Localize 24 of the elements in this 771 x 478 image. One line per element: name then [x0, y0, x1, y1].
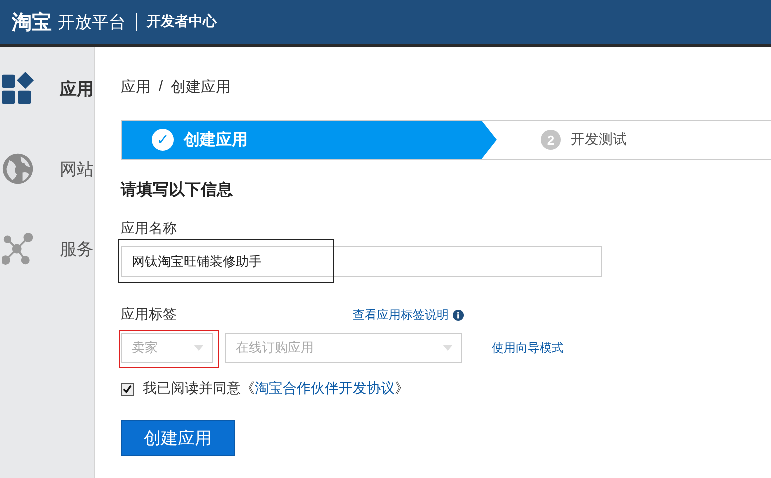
field-label: 应用标签 — [121, 306, 178, 324]
network-icon — [2, 232, 36, 266]
agreement-link[interactable]: 淘宝合作伙伴开发协议 — [255, 380, 395, 396]
info-icon — [453, 310, 464, 320]
tag-help-link[interactable]: 查看应用标签说明 — [353, 306, 449, 324]
sidebar-item[interactable]: 网站 — [0, 151, 94, 187]
caret-icon — [443, 345, 453, 351]
agreement-text: 我已阅读并同意《淘宝合作伙伴开发协议》 — [143, 380, 409, 398]
section-title[interactable]: 开发者中心 — [147, 13, 217, 31]
breadcrumb-text: 创建应用 — [171, 78, 232, 97]
create-app-button[interactable]: 创建应用 — [121, 420, 235, 456]
app-name-field[interactable]: 网钛淘宝旺铺装修助手 — [121, 246, 602, 277]
breadcrumb-text: / — [159, 78, 164, 97]
brand-title: 开放平台 — [58, 12, 126, 34]
form-heading: 请填写以下信息 — [121, 180, 234, 201]
sidebar-item[interactable]: 服务 — [0, 231, 94, 267]
grid-icon — [2, 72, 36, 106]
breadcrumb-text: 应用 — [121, 78, 151, 97]
agree-checkbox[interactable] — [121, 382, 134, 396]
field-label: 应用名称 — [121, 220, 178, 238]
sidebar-item[interactable]: 应用 — [0, 71, 94, 107]
caret-icon — [194, 345, 204, 351]
logo-text: 淘宝 — [12, 10, 52, 36]
wizard-link[interactable]: 使用向导模式 — [492, 340, 564, 356]
